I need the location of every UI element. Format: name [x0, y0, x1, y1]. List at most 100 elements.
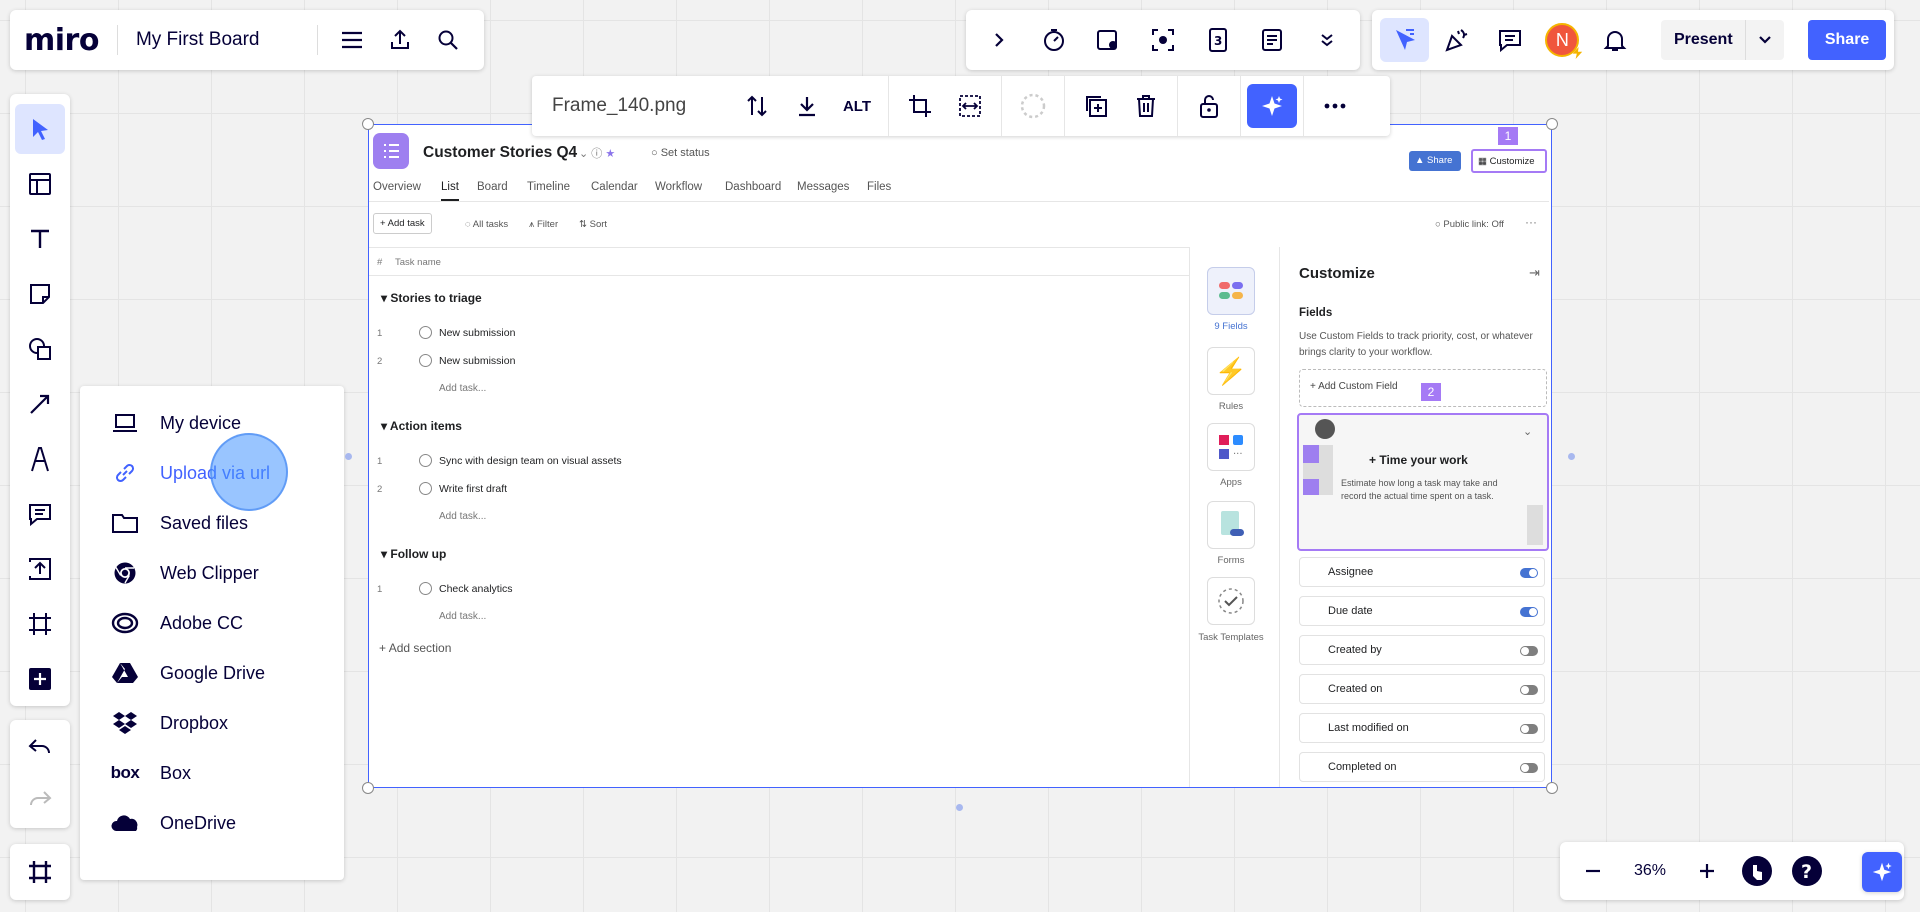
undo-icon[interactable]	[15, 722, 65, 772]
connection-dot[interactable]	[956, 804, 963, 811]
present-options-button[interactable]	[1745, 20, 1785, 60]
swap-icon[interactable]	[732, 84, 782, 128]
resize-handle[interactable]	[1546, 782, 1558, 794]
comments-icon[interactable]	[1485, 18, 1534, 62]
connection-dot[interactable]	[345, 453, 352, 460]
apps-button-image: ···	[1207, 423, 1255, 471]
sidebar-label: 9 Fields	[1214, 321, 1248, 332]
timer-icon[interactable]	[1029, 18, 1079, 62]
search-icon[interactable]	[426, 18, 470, 62]
connection-dot[interactable]	[1568, 453, 1575, 460]
chevrons-down-icon[interactable]	[1302, 18, 1352, 62]
link-icon	[110, 460, 140, 486]
add-custom-field-label: + Add Custom Field	[1310, 381, 1398, 392]
sticky-note-icon[interactable]	[15, 269, 65, 319]
redo-icon[interactable]	[15, 774, 65, 824]
menu-item-adobe-cc[interactable]: Adobe CC	[80, 598, 344, 648]
divider	[1279, 247, 1280, 787]
export-icon[interactable]	[378, 18, 422, 62]
add-task-button: + Add task	[373, 213, 432, 234]
shapes-icon[interactable]	[15, 324, 65, 374]
select-tool-icon[interactable]	[15, 104, 65, 154]
board-title[interactable]: My First Board	[136, 29, 260, 51]
menu-item-my-device[interactable]: My device	[80, 398, 344, 448]
menu-item-box[interactable]: box Box	[80, 748, 344, 798]
upload-icon[interactable]	[15, 544, 65, 594]
resize-handle[interactable]	[1546, 118, 1558, 130]
bell-icon[interactable]	[1591, 18, 1640, 62]
menu-item-saved-files[interactable]: Saved files	[80, 498, 344, 548]
duplicate-icon[interactable]	[1071, 84, 1121, 128]
divider	[1177, 76, 1178, 136]
customize-button-image: ▦ Customize	[1471, 149, 1547, 173]
zoom-in-icon[interactable]	[1684, 848, 1730, 894]
notes-icon[interactable]	[1247, 18, 1297, 62]
crop-icon[interactable]	[895, 84, 945, 128]
more-options-icon[interactable]	[1310, 84, 1360, 128]
row-number: 2	[377, 356, 383, 367]
zoom-out-icon[interactable]	[1570, 848, 1616, 894]
project-title: Customer Stories Q4	[423, 144, 578, 161]
estimation-icon[interactable]: 3	[1193, 18, 1243, 62]
time-your-work-card: ⌄ + Time your work Estimate how long a t…	[1297, 413, 1549, 551]
cursor-tracking-icon[interactable]	[1380, 18, 1429, 62]
delete-icon[interactable]	[1121, 84, 1171, 128]
comment-tool-icon[interactable]	[15, 489, 65, 539]
reactions-icon[interactable]	[1734, 848, 1780, 894]
resize-handle[interactable]	[362, 782, 374, 794]
miro-logo[interactable]: miro	[24, 23, 99, 58]
check-icon	[419, 482, 432, 495]
sidebar-label: Forms	[1217, 555, 1245, 566]
menu-item-dropbox[interactable]: Dropbox	[80, 698, 344, 748]
fit-icon[interactable]	[945, 84, 995, 128]
tab: Board	[477, 181, 508, 193]
share-button[interactable]: Share	[1808, 20, 1887, 60]
board-image[interactable]: Customer Stories Q4 ⌄ ⓘ ★ ○ Set status ▲…	[368, 124, 1552, 788]
divider	[369, 275, 1189, 276]
voting-icon[interactable]	[1083, 18, 1133, 62]
toggle-off	[1520, 685, 1538, 695]
toggle-off	[1520, 724, 1538, 734]
dropbox-icon	[110, 710, 140, 736]
menu-icon[interactable]	[330, 18, 374, 62]
task-name: New submission	[439, 327, 516, 339]
frame-tool-icon[interactable]	[15, 599, 65, 649]
pen-icon[interactable]	[15, 434, 65, 484]
menu-item-web-clipper[interactable]: Web Clipper	[80, 548, 344, 598]
field-row: Last modified on	[1299, 713, 1545, 743]
divider	[1001, 76, 1002, 136]
column-task-name: Task name	[395, 257, 441, 268]
ai-assist-button[interactable]	[1247, 84, 1297, 128]
time-your-work-title: + Time your work	[1369, 453, 1468, 467]
menu-item-onedrive[interactable]: OneDrive	[80, 798, 344, 848]
resize-handle[interactable]	[362, 118, 374, 130]
menu-item-label: Box	[160, 762, 192, 783]
lock-icon[interactable]	[1184, 84, 1234, 128]
divider	[369, 247, 1189, 248]
ai-sidekick-button[interactable]	[1862, 852, 1902, 892]
templates-icon[interactable]	[15, 159, 65, 209]
file-name[interactable]: Frame_140.png	[532, 95, 732, 117]
help-icon[interactable]: ?	[1784, 848, 1830, 894]
chevron-right-icon[interactable]	[974, 18, 1024, 62]
field-row: Assignee	[1299, 557, 1545, 587]
focus-icon[interactable]	[1138, 18, 1188, 62]
menu-item-google-drive[interactable]: Google Drive	[80, 648, 344, 698]
zoom-level[interactable]: 36%	[1618, 862, 1682, 880]
time-your-work-description: Estimate how long a task may take and re…	[1341, 478, 1498, 501]
connection-line-icon[interactable]	[15, 379, 65, 429]
frames-icon	[27, 859, 53, 885]
frames-panel-button[interactable]	[10, 844, 70, 900]
celebrate-icon[interactable]	[1433, 18, 1482, 62]
svg-text:?: ?	[1801, 861, 1812, 883]
text-tool-icon[interactable]	[15, 214, 65, 264]
check-icon	[419, 454, 432, 467]
user-avatar[interactable]: N	[1538, 18, 1587, 62]
alt-text-button[interactable]: ALT	[832, 84, 882, 128]
task-name: Check analytics	[439, 583, 513, 595]
section-header: ▾ Stories to triage	[381, 291, 482, 305]
present-button[interactable]: Present	[1661, 20, 1746, 60]
creation-toolbar	[10, 94, 70, 706]
download-icon[interactable]	[782, 84, 832, 128]
more-apps-icon[interactable]	[15, 654, 65, 704]
